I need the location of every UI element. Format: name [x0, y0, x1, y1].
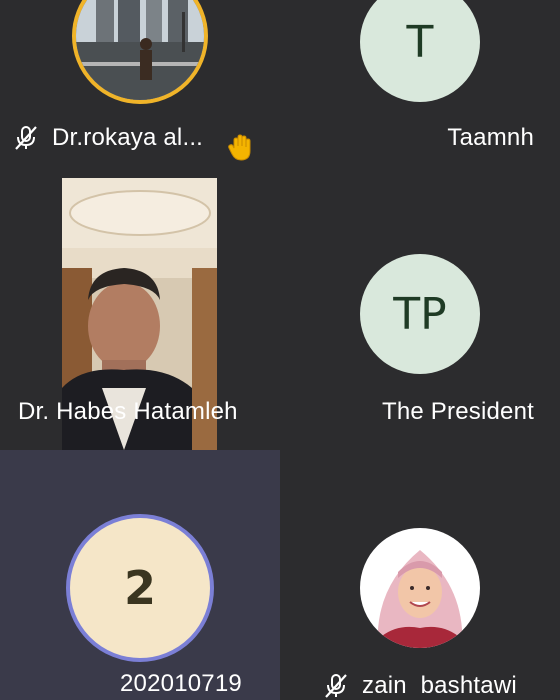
participant-tile-president[interactable]: TP The President: [280, 178, 560, 450]
participant-name: Dr.rokaya al...: [52, 124, 204, 151]
participant-avatar-taamnh: T: [360, 0, 480, 102]
avatar-initials: TP: [393, 288, 447, 340]
avatar-initials: 2: [123, 561, 156, 615]
participant-avatar-zain: [360, 528, 480, 648]
avatar-initials: T: [406, 16, 434, 68]
participant-tile-202010719[interactable]: 2 202010719: [0, 450, 280, 700]
mic-off-icon: [15, 126, 37, 150]
participant-avatar-rokaya: [72, 0, 208, 104]
mic-off-icon: [325, 674, 347, 698]
participant-name: 202010719: [120, 670, 242, 697]
raised-hand-icon: [228, 134, 251, 161]
participant-tile-habes[interactable]: Dr. Habes Hatamleh: [0, 178, 280, 450]
participant-name: The President: [381, 398, 534, 425]
participant-avatar-202010719: 2: [66, 514, 214, 662]
participant-tile-rokaya[interactable]: Dr.rokaya al...: [0, 0, 280, 178]
participant-avatar-president: TP: [360, 254, 480, 374]
participant-name: Dr. Habes Hatamleh: [18, 398, 238, 425]
participant-name: zain bashtawi: [362, 672, 517, 699]
participant-tile-zain[interactable]: zain bashtawi: [280, 450, 560, 700]
participant-name: Taamnh: [447, 124, 534, 151]
participant-tile-taamnh[interactable]: T Taamnh: [280, 0, 560, 178]
